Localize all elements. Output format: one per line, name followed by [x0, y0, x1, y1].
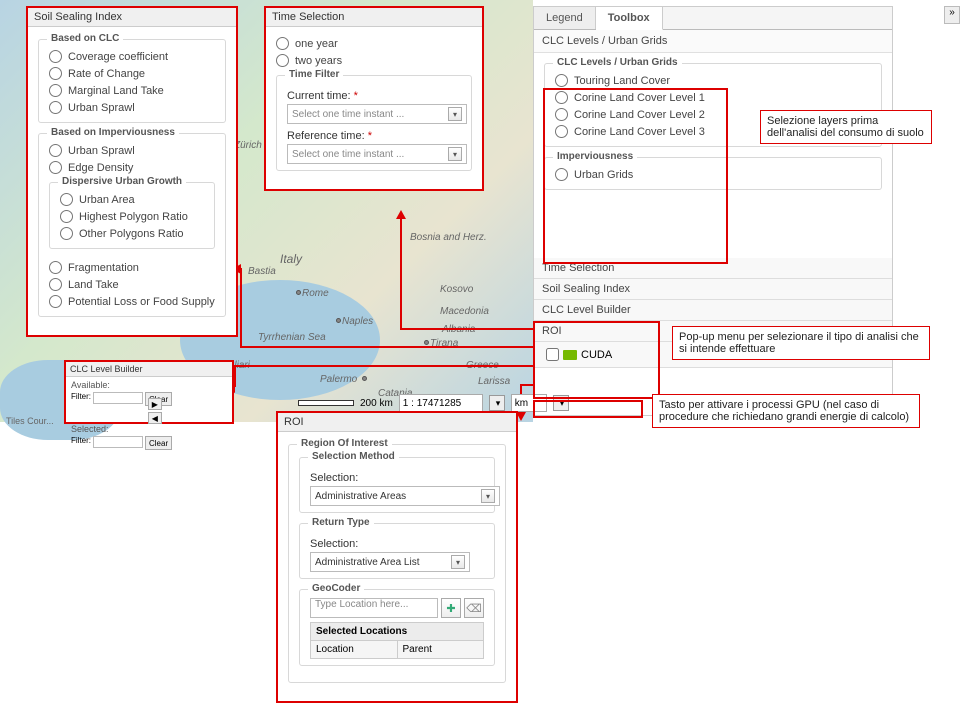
available-label: Available: — [71, 380, 143, 390]
map-label-naples: Naples — [342, 316, 373, 327]
return-type-select[interactable]: Administrative Area List▾ — [310, 552, 470, 572]
col-parent: Parent — [398, 641, 484, 658]
chevron-down-icon: ▾ — [451, 555, 465, 569]
available-filter-input[interactable] — [93, 392, 143, 404]
radio-urban-grids[interactable]: Urban Grids — [555, 166, 871, 183]
clc-group-title: Based on CLC — [47, 33, 123, 44]
radio-land-take[interactable]: Land Take — [49, 276, 215, 293]
dispersive-title: Dispersive Urban Growth — [58, 176, 186, 187]
map-label-bastia: Bastia — [248, 266, 276, 277]
time-selection-header: Time Selection — [266, 8, 482, 27]
time-selection-panel: Time Selection one year two years Time F… — [264, 6, 484, 191]
time-filter-title: Time Filter — [285, 69, 343, 80]
accordion-clc-builder[interactable]: CLC Level Builder — [534, 300, 892, 321]
chevron-down-icon: ▾ — [481, 489, 495, 503]
imp-group-title: Based on Imperviousness — [47, 127, 179, 138]
map-label-macedonia: Macedonia — [440, 306, 489, 317]
callout-popup: Pop-up menu per selezionare il tipo di a… — [672, 326, 930, 360]
geocoder-input[interactable]: Type Location here... — [310, 598, 438, 618]
selection-label: Selection: — [310, 472, 484, 484]
cuda-checkbox[interactable] — [546, 348, 559, 361]
map-label-kosovo: Kosovo — [440, 284, 473, 295]
soil-sealing-header: Soil Sealing Index — [28, 8, 236, 27]
tiles-credit: Tiles Cour... — [6, 416, 54, 426]
scale-segment — [298, 400, 354, 406]
radio-marginal-land-take[interactable]: Marginal Land Take — [49, 82, 215, 99]
tab-legend[interactable]: Legend — [534, 7, 596, 29]
map-label-bosnia: Bosnia and Herz. — [410, 232, 487, 243]
scale-step-button[interactable]: ▾ — [489, 395, 505, 411]
map-label-palermo: Palermo — [320, 374, 357, 385]
scale-unit-chevron[interactable]: ▾ — [553, 395, 569, 411]
imperviousness-title: Imperviousness — [553, 151, 637, 162]
radio-touring-land-cover[interactable]: Touring Land Cover — [555, 72, 871, 89]
map-label-rome: Rome — [302, 288, 329, 299]
scale-bar: 200 km ▾ km ▾ — [298, 394, 569, 412]
map-label-larissa: Larissa — [478, 376, 510, 387]
radio-highest-polygon-ratio[interactable]: Highest Polygon Ratio — [60, 208, 204, 225]
selected-clear-button[interactable]: Clear — [145, 436, 172, 450]
geocoder-title: GeoCoder — [308, 583, 364, 594]
roi-header: ROI — [278, 413, 516, 432]
tab-toolbox[interactable]: Toolbox — [596, 7, 663, 30]
chevron-down-icon: ▾ — [448, 107, 462, 121]
soil-sealing-panel: Soil Sealing Index Based on CLC Coverage… — [26, 6, 238, 337]
reference-time-select[interactable]: Select one time instant ...▾ — [287, 144, 467, 164]
radio-rate-of-change[interactable]: Rate of Change — [49, 65, 215, 82]
geocoder-clear-button[interactable]: ⌫ — [464, 598, 484, 618]
geocoder-add-button[interactable]: ✚ — [441, 598, 461, 618]
col-location: Location — [311, 641, 398, 658]
map-label-zurich: Zürich — [234, 140, 262, 151]
radio-urban-sprawl-imp[interactable]: Urban Sprawl — [49, 142, 215, 159]
selected-locations-header: Selected Locations — [310, 622, 484, 641]
radio-urban-sprawl-clc[interactable]: Urban Sprawl — [49, 99, 215, 116]
cuda-logo-icon — [563, 350, 577, 360]
map-label-italy: Italy — [280, 252, 302, 266]
radio-edge-density[interactable]: Edge Density — [49, 159, 215, 176]
radio-urban-area[interactable]: Urban Area — [60, 191, 204, 208]
roi-region-title: Region Of Interest — [297, 438, 392, 449]
radio-two-years[interactable]: two years — [276, 52, 472, 69]
sidebar-expand-button[interactable]: » — [944, 6, 960, 24]
selected-filter-input[interactable] — [93, 436, 143, 448]
radio-potential-loss[interactable]: Potential Loss or Food Supply — [49, 293, 215, 310]
callout-layers: Selezione layers prima dell'analisi del … — [760, 110, 932, 144]
move-left-button[interactable]: ◀ — [148, 412, 162, 424]
cuda-label: CUDA — [581, 349, 612, 361]
roi-panel: ROI Region Of Interest Selection Method … — [276, 411, 518, 703]
selection-method-title: Selection Method — [308, 451, 399, 462]
selected-label: Selected: — [71, 424, 143, 434]
breadcrumb: CLC Levels / Urban Grids — [534, 30, 892, 53]
map-label-tyrrhenian: Tyrrhenian Sea — [258, 332, 326, 343]
clc-layers-title: CLC Levels / Urban Grids — [553, 57, 682, 68]
selected-locations-table: Location Parent — [310, 641, 484, 659]
return-type-title: Return Type — [308, 517, 374, 528]
current-time-label: Current time: * — [287, 90, 461, 102]
radio-other-polygons-ratio[interactable]: Other Polygons Ratio — [60, 225, 204, 242]
callout-gpu: Tasto per attivare i processi GPU (nel c… — [652, 394, 920, 428]
scale-distance: 200 km — [360, 398, 393, 409]
clc-builder-panel: CLC Level Builder Available: Filter: Cle… — [64, 360, 234, 424]
scale-unit-select[interactable]: km — [511, 394, 547, 412]
radio-corine-level-1[interactable]: Corine Land Cover Level 1 — [555, 89, 871, 106]
scale-ratio-input[interactable] — [399, 394, 483, 412]
reference-time-label: Reference time: * — [287, 130, 461, 142]
radio-one-year[interactable]: one year — [276, 35, 472, 52]
chevron-down-icon: ▾ — [448, 147, 462, 161]
radio-coverage-coefficient[interactable]: Coverage coefficient — [49, 48, 215, 65]
radio-fragmentation[interactable]: Fragmentation — [49, 259, 215, 276]
accordion-soil-sealing[interactable]: Soil Sealing Index — [534, 279, 892, 300]
accordion-time-selection[interactable]: Time Selection — [534, 258, 892, 279]
clc-builder-header: CLC Level Builder — [66, 362, 232, 377]
current-time-select[interactable]: Select one time instant ...▾ — [287, 104, 467, 124]
move-right-button[interactable]: ▶ — [148, 398, 162, 410]
selection-method-select[interactable]: Administrative Areas▾ — [310, 486, 500, 506]
return-selection-label: Selection: — [310, 538, 484, 550]
